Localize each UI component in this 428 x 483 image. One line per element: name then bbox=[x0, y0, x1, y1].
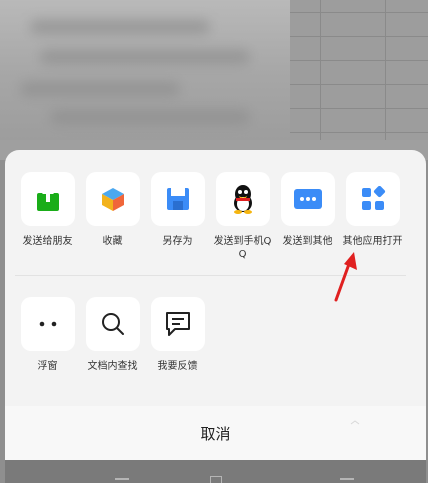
favorite-button[interactable]: 收藏 bbox=[80, 172, 145, 261]
more-dots-icon bbox=[293, 189, 322, 209]
favorite-label: 收藏 bbox=[102, 236, 123, 247]
send-to-other-label: 发送到其他 bbox=[282, 236, 333, 247]
send-to-friend-button[interactable]: 发送给朋友 bbox=[15, 172, 80, 261]
send-to-friend-label: 发送给朋友 bbox=[22, 236, 73, 247]
feedback-button[interactable]: 我要反馈 bbox=[145, 297, 210, 373]
find-in-document-tile bbox=[85, 297, 140, 351]
chevron-up-icon bbox=[350, 420, 360, 425]
apps-grid-icon bbox=[361, 186, 385, 210]
send-to-friend-tile bbox=[20, 172, 75, 226]
floating-window-button[interactable]: 浮窗 bbox=[15, 297, 80, 373]
background-document bbox=[0, 0, 428, 160]
favorite-tile bbox=[85, 172, 140, 226]
share-row-secondary: 浮窗 文档内查找 我要反馈 bbox=[5, 297, 426, 373]
floating-window-tile bbox=[20, 297, 75, 351]
nav-menu-button[interactable] bbox=[115, 478, 129, 480]
qq-penguin-icon bbox=[233, 185, 252, 214]
open-in-other-app-button[interactable]: 其他应用打开 bbox=[340, 172, 405, 261]
send-to-other-button[interactable]: 发送到其他 bbox=[275, 172, 340, 261]
send-to-other-tile bbox=[280, 172, 335, 226]
share-row-primary: 发送给朋友 收藏 另存为 发送到手机QQ 发送到其他 其他应用打开 bbox=[5, 172, 426, 261]
nav-back-button[interactable] bbox=[340, 478, 354, 480]
open-in-other-app-tile bbox=[345, 172, 400, 226]
send-to-qq-tile bbox=[215, 172, 270, 226]
cancel-button[interactable]: 取消 bbox=[5, 406, 426, 460]
two-dots-icon bbox=[39, 321, 56, 327]
share-sheet: 发送给朋友 收藏 另存为 发送到手机QQ 发送到其他 其他应用打开 浮窗 文档内… bbox=[5, 150, 426, 460]
open-in-other-app-label: 其他应用打开 bbox=[342, 236, 403, 247]
search-icon bbox=[101, 313, 124, 335]
message-box-icon bbox=[165, 312, 190, 336]
blurred-content bbox=[0, 0, 290, 160]
send-to-qq-label: 发送到手机QQ bbox=[213, 236, 272, 260]
system-nav-bar bbox=[5, 460, 426, 483]
nav-home-button[interactable] bbox=[210, 476, 222, 483]
spreadsheet-grid bbox=[290, 0, 428, 160]
feedback-label: 我要反馈 bbox=[157, 361, 198, 372]
upload-icon bbox=[36, 187, 59, 211]
save-as-tile bbox=[150, 172, 205, 226]
save-as-label: 另存为 bbox=[162, 236, 193, 247]
find-in-document-button[interactable]: 文档内查找 bbox=[80, 297, 145, 373]
red-annotation-arrow bbox=[334, 252, 357, 302]
feedback-tile bbox=[150, 297, 205, 351]
cube-icon bbox=[101, 188, 124, 211]
find-in-document-label: 文档内查找 bbox=[87, 361, 138, 372]
cancel-label: 取消 bbox=[200, 424, 231, 443]
floppy-disk-icon bbox=[166, 188, 189, 210]
floating-window-label: 浮窗 bbox=[37, 361, 58, 372]
save-as-button[interactable]: 另存为 bbox=[145, 172, 210, 261]
send-to-qq-button[interactable]: 发送到手机QQ bbox=[210, 172, 275, 261]
